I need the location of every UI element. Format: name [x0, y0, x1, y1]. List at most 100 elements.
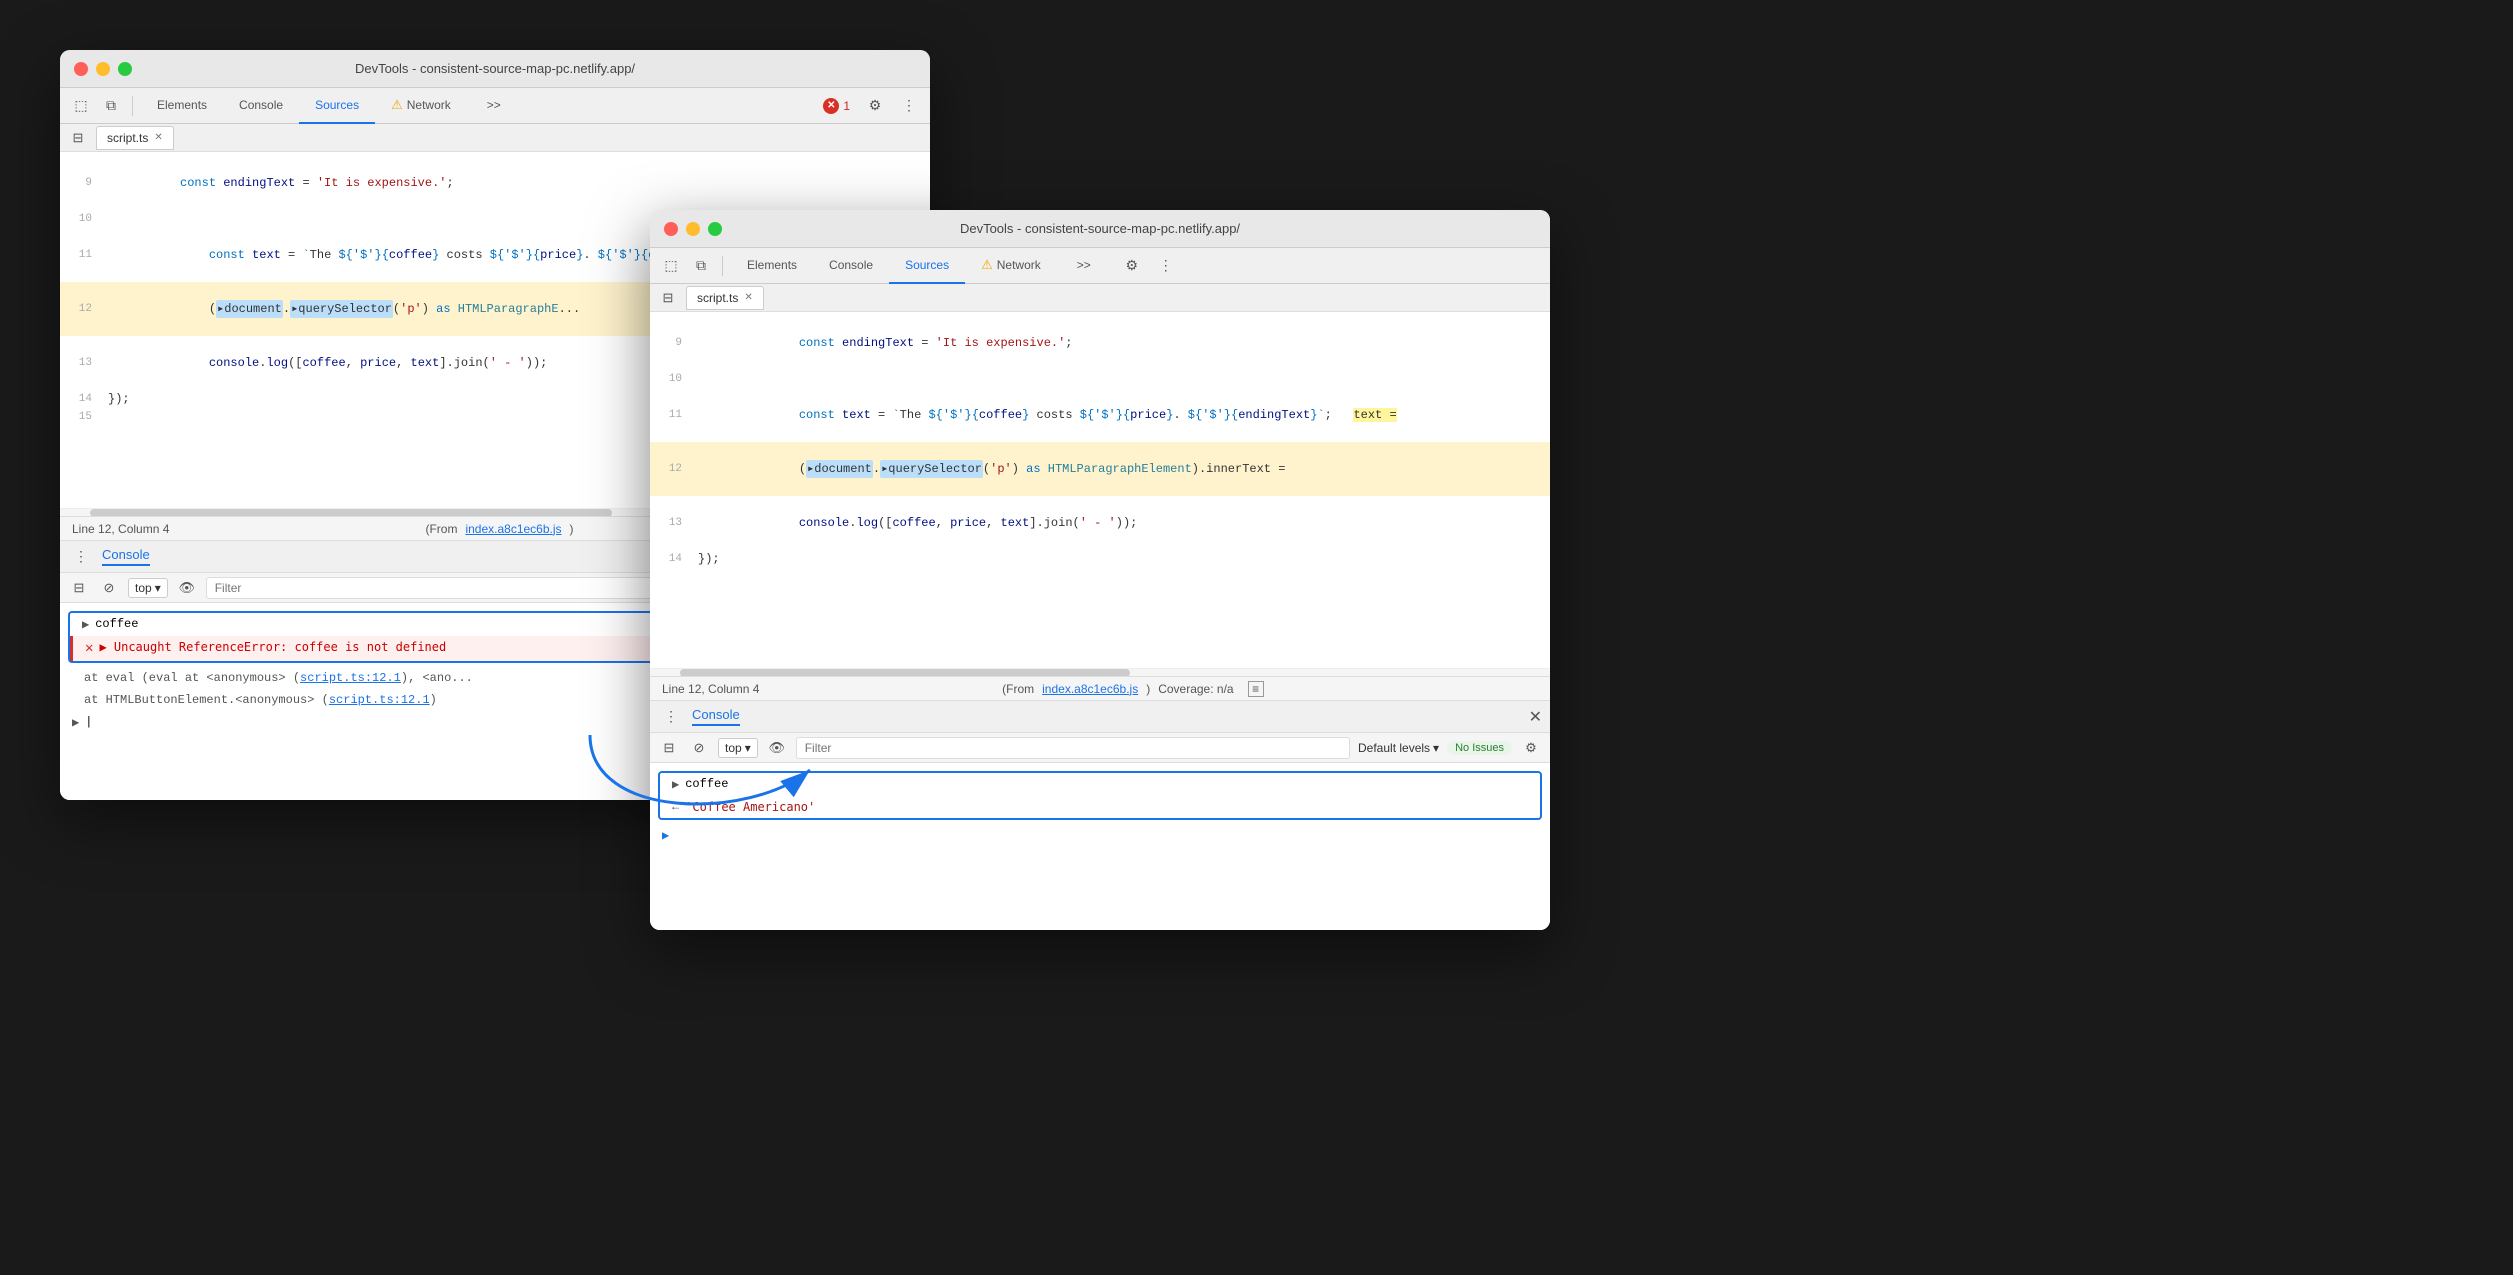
device-icon[interactable]: ⧉ — [98, 93, 124, 119]
console-top-dropdown-2[interactable]: top ▾ — [718, 738, 758, 758]
console-coffee-text-1: coffee — [95, 617, 138, 631]
code-line-11-2: 11 const text = `The ${'$'}{coffee} cost… — [650, 388, 1550, 442]
console-top-dropdown-1[interactable]: top ▾ — [128, 578, 168, 598]
status-position-1: Line 12, Column 4 — [72, 522, 169, 536]
tab-console-1[interactable]: Console — [223, 88, 299, 124]
sidebar-toggle-1[interactable]: ⊟ — [68, 128, 88, 148]
code-line-9-2: 9 const endingText = 'It is expensive.'; — [650, 316, 1550, 370]
console-sidebar-btn-1[interactable]: ⊟ — [68, 577, 90, 599]
inspect-icon-2[interactable]: ⬚ — [658, 253, 684, 279]
maximize-button-1[interactable] — [118, 62, 132, 76]
console-title-2: Console — [692, 707, 740, 726]
expand-arrow-2[interactable]: ▶ — [672, 777, 679, 792]
status-bar-2: Line 12, Column 4 (From index.a8c1ec6b.j… — [650, 676, 1550, 700]
file-tab-label-2: script.ts — [697, 291, 738, 305]
maximize-button-2[interactable] — [708, 222, 722, 236]
console-content-2: ▶ coffee ← 'Coffee Americano' ▶ — [650, 763, 1550, 930]
console-sidebar-btn-2[interactable]: ⊟ — [658, 737, 680, 759]
tab-bar-2: Elements Console Sources ⚠ Network >> — [731, 248, 1107, 284]
file-tabs-1: ⊟ script.ts ✕ — [60, 124, 930, 152]
console-eye-btn-2[interactable]: 👁 — [766, 737, 788, 759]
scrollbar-2[interactable] — [650, 668, 1550, 676]
file-tab-label-1: script.ts — [107, 131, 148, 145]
minimize-button-2[interactable] — [686, 222, 700, 236]
tab-bar-1: Elements Console Sources ⚠ Network >> — [141, 88, 517, 124]
console-title-1: Console — [102, 547, 150, 566]
tab-elements-2[interactable]: Elements — [731, 248, 813, 284]
file-tab-close-2[interactable]: ✕ — [744, 292, 752, 303]
window-title-2: DevTools - consistent-source-map-pc.netl… — [960, 221, 1240, 236]
sidebar-toggle-2[interactable]: ⊟ — [658, 288, 678, 308]
tab-network-1[interactable]: ⚠ Network — [375, 88, 467, 124]
minimize-button-1[interactable] — [96, 62, 110, 76]
tab-network-2[interactable]: ⚠ Network — [965, 248, 1057, 284]
more-icon-1[interactable]: ⋮ — [896, 93, 922, 119]
toolbar-1: ⬚ ⧉ Elements Console Sources ⚠ Network >… — [60, 88, 930, 124]
console-menu-icon-1[interactable]: ⋮ — [68, 544, 94, 570]
console-entry-coffee-2: ▶ coffee — [660, 773, 1540, 796]
console-coffee-text-2: coffee — [685, 777, 728, 791]
inspect-icon[interactable]: ⬚ — [68, 93, 94, 119]
settings-icon-2[interactable]: ⚙ — [1119, 253, 1145, 279]
error-circle-1: ✕ — [823, 98, 839, 114]
status-link-2[interactable]: index.a8c1ec6b.js — [1042, 682, 1138, 696]
error-badge-1: ✕ 1 — [823, 98, 850, 114]
devtools-window-2: DevTools - consistent-source-map-pc.netl… — [650, 210, 1550, 930]
console-filter-2[interactable] — [796, 737, 1350, 759]
warning-icon-2: ⚠ — [981, 257, 993, 273]
tab-console-2[interactable]: Console — [813, 248, 889, 284]
titlebar-1: DevTools - consistent-source-map-pc.netl… — [60, 50, 930, 88]
console-clear-btn-1[interactable]: ⊘ — [98, 577, 120, 599]
file-tab-script-1[interactable]: script.ts ✕ — [96, 126, 174, 150]
titlebar-2: DevTools - consistent-source-map-pc.netl… — [650, 210, 1550, 248]
separator-2 — [722, 256, 723, 276]
console-panel-2: ⋮ Console ✕ ⊟ ⊘ top ▾ 👁 Default levels ▾… — [650, 700, 1550, 930]
expand-arrow-1[interactable]: ▶ — [82, 617, 89, 632]
window-controls-1 — [74, 62, 132, 76]
console-settings-btn-2[interactable]: ⚙ — [1520, 737, 1542, 759]
console-header-2: ⋮ Console ✕ — [650, 701, 1550, 733]
tab-elements-1[interactable]: Elements — [141, 88, 223, 124]
devtools-body-2: ⊟ script.ts ✕ 9 const endingText = 'It i… — [650, 284, 1550, 930]
close-button-1[interactable] — [74, 62, 88, 76]
coverage-text-2: Coverage: n/a — [1158, 682, 1233, 696]
default-levels-2[interactable]: Default levels ▾ — [1358, 741, 1439, 755]
file-tabs-2: ⊟ script.ts ✕ — [650, 284, 1550, 312]
file-tab-close-1[interactable]: ✕ — [154, 132, 162, 143]
status-position-2: Line 12, Column 4 — [662, 682, 759, 696]
console-prompt-2: ▶ — [650, 824, 1550, 847]
result-text-2: 'Coffee Americano' — [685, 800, 815, 814]
console-clear-btn-2[interactable]: ⊘ — [688, 737, 710, 759]
separator-1 — [132, 96, 133, 116]
error-count-1: 1 — [843, 99, 850, 113]
file-tab-script-2[interactable]: script.ts ✕ — [686, 286, 764, 310]
more-icon-2[interactable]: ⋮ — [1153, 253, 1179, 279]
status-link-1[interactable]: index.a8c1ec6b.js — [465, 522, 561, 536]
console-menu-icon-2[interactable]: ⋮ — [658, 704, 684, 730]
code-line-12-2: 12 (▸document.▸querySelector('p') as HTM… — [650, 442, 1550, 496]
no-issues-badge-2: No Issues — [1447, 741, 1512, 755]
tab-sources-1[interactable]: Sources — [299, 88, 375, 124]
coverage-icon-2[interactable]: ≡ — [1248, 681, 1264, 697]
code-editor-2: 9 const endingText = 'It is expensive.';… — [650, 312, 1550, 668]
device-icon-2[interactable]: ⧉ — [688, 253, 714, 279]
tab-more-1[interactable]: >> — [471, 88, 517, 124]
settings-icon-1[interactable]: ⚙ — [862, 93, 888, 119]
console-highlight-box-2: ▶ coffee ← 'Coffee Americano' — [658, 771, 1542, 820]
close-button-2[interactable] — [664, 222, 678, 236]
window-controls-2 — [664, 222, 722, 236]
console-eye-btn-1[interactable]: 👁 — [176, 577, 198, 599]
tab-sources-2[interactable]: Sources — [889, 248, 965, 284]
error-text-1: ▶ Uncaught ReferenceError: coffee is not… — [99, 640, 446, 654]
code-line-14-2: 14 }); — [650, 550, 1550, 568]
console-toolbar-2: ⊟ ⊘ top ▾ 👁 Default levels ▾ No Issues ⚙ — [650, 733, 1550, 763]
toolbar-2: ⬚ ⧉ Elements Console Sources ⚠ Network >… — [650, 248, 1550, 284]
window-title-1: DevTools - consistent-source-map-pc.netl… — [355, 61, 635, 76]
code-line-10-2: 10 — [650, 370, 1550, 388]
console-entry-result-2: ← 'Coffee Americano' — [660, 796, 1540, 818]
code-line-13-2: 13 console.log([coffee, price, text].joi… — [650, 496, 1550, 550]
console-close-2[interactable]: ✕ — [1529, 707, 1542, 727]
tab-more-2[interactable]: >> — [1061, 248, 1107, 284]
warning-icon-1: ⚠ — [391, 97, 403, 113]
error-icon-1: ✕ — [85, 640, 93, 657]
